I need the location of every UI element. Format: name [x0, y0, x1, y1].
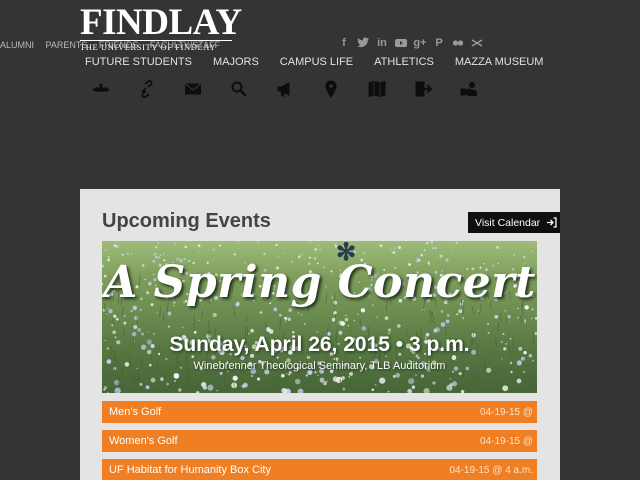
link-icon[interactable]: [124, 80, 170, 98]
mail-icon[interactable]: [170, 80, 216, 98]
oiler-icon[interactable]: [78, 80, 124, 98]
vine-icon[interactable]: [470, 36, 484, 50]
googleplus-icon[interactable]: g+: [413, 36, 427, 50]
events-panel: Upcoming Events Visit Calendar ✻ A Sprin…: [80, 189, 560, 480]
event-date: 04-19-15 @: [480, 435, 533, 447]
logo-wordmark: FINDLAY: [80, 2, 242, 43]
audience-link-friends[interactable]: FRIENDS: [99, 40, 139, 50]
nav-athletics[interactable]: ATHLETICS: [374, 56, 434, 68]
visit-calendar-button[interactable]: Visit Calendar: [468, 212, 560, 233]
nav-campus-life[interactable]: CAMPUS LIFE: [280, 56, 353, 68]
flickr-icon[interactable]: [451, 36, 465, 50]
audience-link-alumni[interactable]: ALUMNI: [0, 40, 34, 50]
event-list: Men's Golf 04-19-15 @ Women's Golf 04-19…: [102, 401, 537, 480]
facebook-icon[interactable]: f: [337, 36, 351, 50]
audience-nav: ALUMNI PARENTS FRIENDS FACULTY/STAFF: [0, 40, 229, 50]
search-icon[interactable]: [216, 80, 262, 98]
event-name: Women's Golf: [109, 435, 178, 447]
login-icon[interactable]: [400, 80, 446, 98]
nav-majors[interactable]: MAJORS: [213, 56, 259, 68]
calendar-exit-icon: [547, 217, 557, 228]
events-heading: Upcoming Events: [102, 210, 271, 232]
nav-mazza-museum[interactable]: MAZZA MUSEUM: [455, 56, 544, 68]
visit-calendar-label: Visit Calendar: [475, 216, 541, 229]
audience-link-parents[interactable]: PARENTS: [46, 40, 88, 50]
banner-venue: Winebrenner Theological Seminary, TLB Au…: [193, 360, 446, 372]
event-row[interactable]: Women's Golf 04-19-15 @: [102, 430, 537, 452]
event-row[interactable]: Men's Golf 04-19-15 @: [102, 401, 537, 423]
twitter-icon[interactable]: [356, 36, 370, 50]
event-row[interactable]: UF Habitat for Humanity Box City 04-19-1…: [102, 459, 537, 480]
quick-tools: [78, 80, 492, 98]
main-nav: FUTURE STUDENTS MAJORS CAMPUS LIFE ATHLE…: [85, 56, 564, 68]
event-date: 04-19-15 @ 4 a.m.: [449, 464, 533, 476]
megaphone-icon[interactable]: [262, 80, 308, 98]
event-name: UF Habitat for Humanity Box City: [109, 464, 271, 476]
social-links: f in g+ P: [337, 36, 484, 50]
youtube-icon[interactable]: [394, 36, 408, 50]
linkedin-icon[interactable]: in: [375, 36, 389, 50]
nav-future-students[interactable]: FUTURE STUDENTS: [85, 56, 192, 68]
map-icon[interactable]: [354, 80, 400, 98]
map-pin-icon[interactable]: [308, 80, 354, 98]
featured-event-banner[interactable]: ✻ A Spring Concert Sunday, April 26, 201…: [102, 241, 537, 393]
event-date: 04-19-15 @: [480, 406, 533, 418]
give-icon[interactable]: [446, 80, 492, 98]
audience-link-faculty-staff[interactable]: FACULTY/STAFF: [150, 40, 220, 50]
pinterest-icon[interactable]: P: [432, 36, 446, 50]
banner-headline: A Spring Concert: [103, 257, 536, 308]
banner-date: Sunday, April 26, 2015 • 3 p.m.: [169, 333, 470, 356]
event-name: Men's Golf: [109, 406, 162, 418]
